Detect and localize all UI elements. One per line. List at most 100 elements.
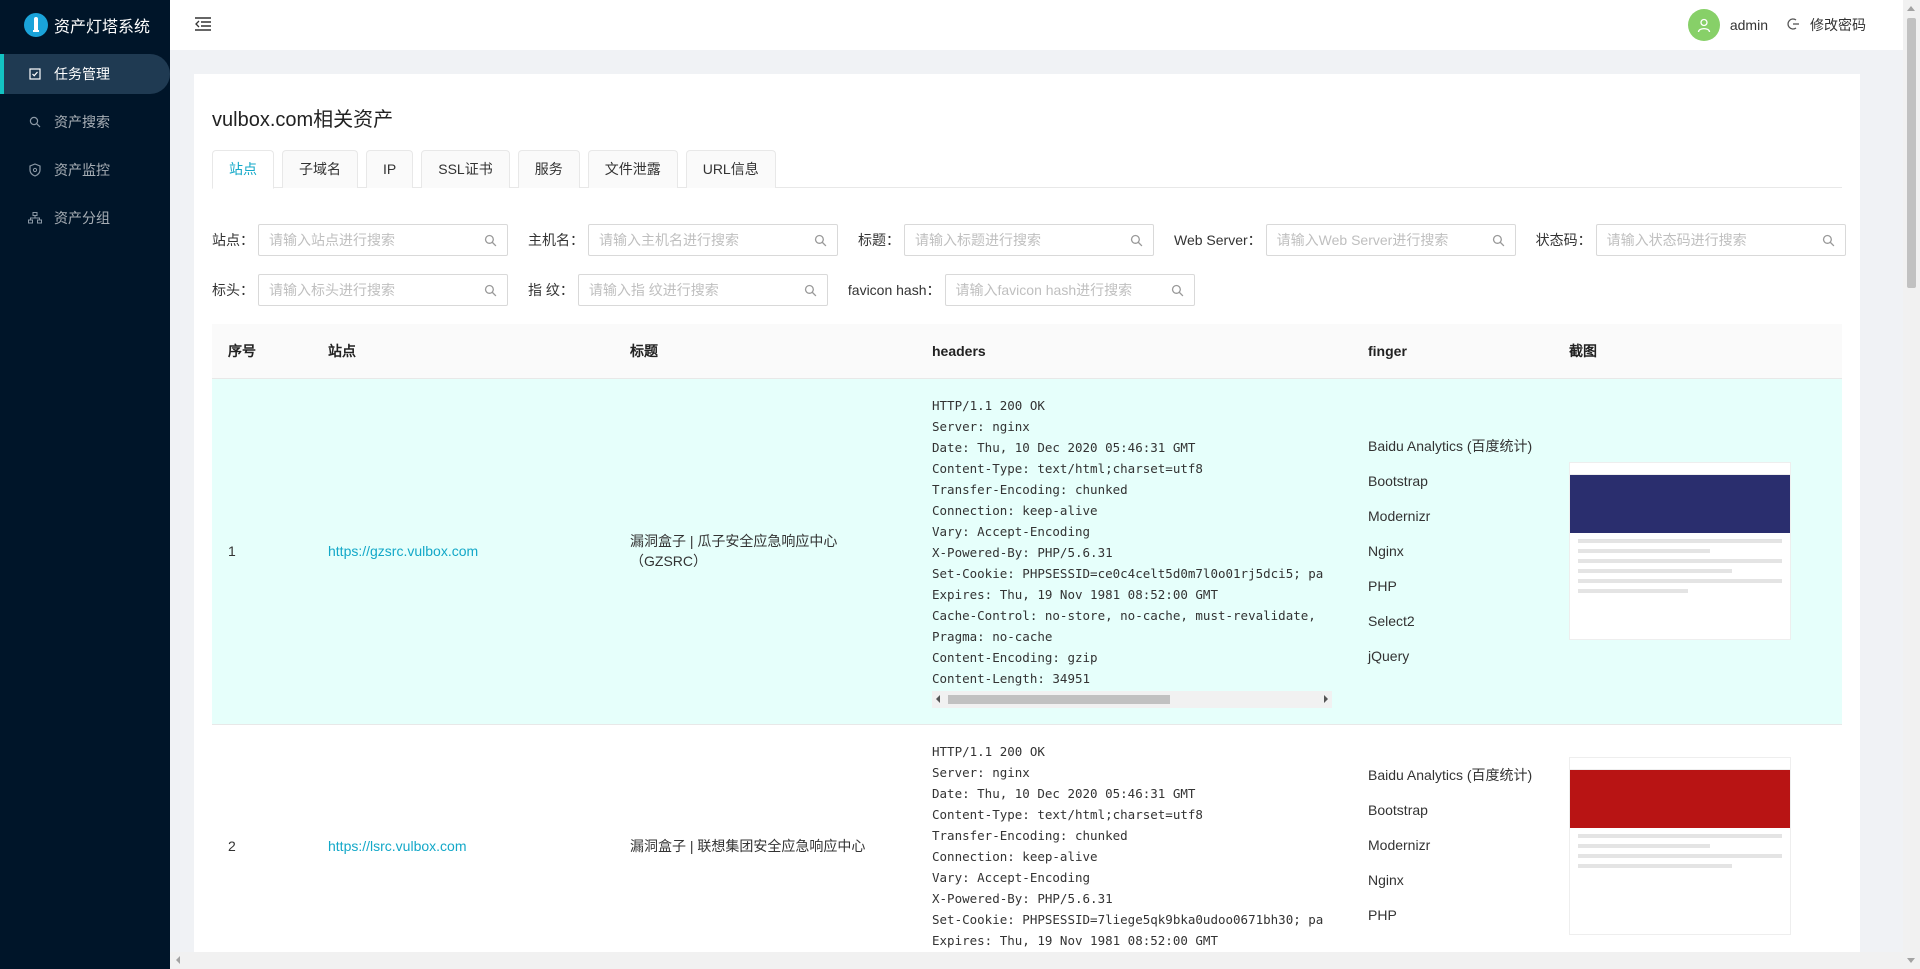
- input-placeholder: 请输入标题进行搜索: [915, 232, 1041, 248]
- sidebar-item-asset-group[interactable]: 资产分组: [0, 198, 170, 238]
- filter-label: Web Server：: [1174, 232, 1262, 248]
- column-header-finger: finger: [1352, 324, 1553, 379]
- scroll-right-icon[interactable]: [1324, 694, 1328, 703]
- site-screenshot[interactable]: [1569, 756, 1791, 935]
- table-row[interactable]: 2 https://lsrc.vulbox.com 漏洞盒子 | 联想集团安全应…: [212, 724, 1842, 968]
- scrollbar-thumb[interactable]: [948, 694, 1170, 704]
- search-icon[interactable]: [814, 234, 827, 247]
- input-placeholder: 请输入指 纹进行搜索: [588, 282, 719, 298]
- input-placeholder: 请输入状态码进行搜索: [1606, 232, 1747, 248]
- search-icon[interactable]: [804, 284, 817, 297]
- scroll-left-icon[interactable]: [176, 956, 180, 964]
- finger-item: PHP: [1368, 907, 1397, 923]
- web-server-search-input[interactable]: 请输入Web Server进行搜索: [1265, 224, 1516, 256]
- filter-label: 标头：: [212, 282, 254, 298]
- filter-title: 标题： 请输入标题进行搜索: [858, 224, 1154, 256]
- filter-header: 标头： 请输入标头进行搜索: [212, 274, 508, 306]
- search-icon[interactable]: [1492, 234, 1505, 247]
- scrollbar-thumb[interactable]: [1907, 18, 1916, 288]
- finger-item: Bootstrap: [1368, 472, 1428, 489]
- headers-scroll-box[interactable]: HTTP/1.1 200 OK Server: nginx Date: Thu,…: [932, 395, 1332, 689]
- header-search-input[interactable]: 请输入标头进行搜索: [258, 274, 508, 306]
- sidebar-item-label: 资产分组: [54, 210, 110, 226]
- scroll-up-icon[interactable]: [1907, 6, 1915, 11]
- headers-horizontal-scrollbar[interactable]: [932, 690, 1332, 708]
- row-title: 漏洞盒子 | 瓜子安全应急响应中心（GZSRC）: [614, 378, 916, 725]
- search-icon[interactable]: [1171, 284, 1184, 297]
- row-index: 1: [212, 378, 312, 725]
- input-placeholder: 请输入标头进行搜索: [269, 282, 395, 298]
- search-icon[interactable]: [1822, 234, 1835, 247]
- page-horizontal-scrollbar[interactable]: [170, 952, 1903, 969]
- change-password-link[interactable]: 修改密码: [1810, 15, 1866, 35]
- filter-favicon-hash: favicon hash： 请输入favicon hash进行搜索: [848, 274, 1195, 306]
- main-content-card: vulbox.com相关资产 站点 子域名 IP SSL证书 服务 文件泄露 U…: [194, 74, 1860, 969]
- http-headers: HTTP/1.1 200 OK Server: nginx Date: Thu,…: [932, 743, 1324, 948]
- screenshot-line: [1578, 579, 1782, 583]
- filter-status-code: 状态码： 请输入状态码进行搜索: [1536, 224, 1846, 256]
- fingerprint-search-input[interactable]: 请输入指 纹进行搜索: [577, 274, 828, 306]
- finger-item: Nginx: [1368, 872, 1404, 888]
- app-logo[interactable]: 资产灯塔系统: [0, 0, 170, 50]
- input-placeholder: 请输入主机名进行搜索: [599, 232, 739, 248]
- logout-icon[interactable]: [1786, 17, 1800, 34]
- filter-label: 状态码：: [1535, 232, 1592, 248]
- page-title: vulbox.com相关资产: [212, 109, 394, 131]
- search-icon[interactable]: [484, 234, 497, 247]
- finger-list: Baidu Analytics (百度统计) Bootstrap Moderni…: [1352, 378, 1553, 725]
- finger-item: Bootstrap: [1368, 802, 1428, 818]
- headers-scroll-box[interactable]: HTTP/1.1 200 OK Server: nginx Date: Thu,…: [932, 741, 1332, 951]
- finger-item: Select2: [1368, 612, 1415, 629]
- sidebar-item-task-management[interactable]: 任务管理: [0, 54, 170, 94]
- column-header-site: 站点: [312, 324, 614, 379]
- hostname-search-input[interactable]: 请输入主机名进行搜索: [588, 224, 838, 256]
- filter-row: 站点： 请输入站点进行搜索 主机名： 请输入主机名进行搜索 标题： 请输入标题进…: [212, 224, 1846, 256]
- site-link[interactable]: https://gzsrc.vulbox.com: [328, 543, 478, 559]
- page-vertical-scrollbar[interactable]: [1903, 0, 1920, 969]
- tab-subdomain[interactable]: 子域名: [282, 150, 358, 188]
- search-icon[interactable]: [1130, 234, 1143, 247]
- search-icon[interactable]: [484, 284, 497, 297]
- site-link[interactable]: https://lsrc.vulbox.com: [328, 838, 467, 854]
- column-header-index: 序号: [212, 324, 312, 379]
- search-filters: 站点： 请输入站点进行搜索 主机名： 请输入主机名进行搜索 标题： 请输入标题进…: [212, 224, 1846, 306]
- tab-file-leak[interactable]: 文件泄露: [587, 150, 678, 188]
- tab-url-info[interactable]: URL信息: [685, 150, 776, 188]
- finger-item: PHP: [1368, 577, 1397, 594]
- site-search-input[interactable]: 请输入站点进行搜索: [258, 224, 508, 256]
- filter-row: 标头： 请输入标头进行搜索 指 纹： 请输入指 纹进行搜索 favicon ha…: [212, 274, 1842, 306]
- scroll-down-icon[interactable]: [1907, 958, 1915, 963]
- tab-ip[interactable]: IP: [366, 150, 414, 188]
- input-placeholder: 请输入站点进行搜索: [269, 232, 395, 248]
- column-header-headers: headers: [916, 324, 1352, 379]
- filter-fingerprint: 指 纹： 请输入指 纹进行搜索: [528, 274, 828, 306]
- screenshot-navbar: [1570, 757, 1790, 770]
- favicon-hash-search-input[interactable]: 请输入favicon hash进行搜索: [944, 274, 1195, 306]
- screenshot-line: [1578, 559, 1782, 563]
- row-index: 2: [212, 724, 312, 968]
- tab-service[interactable]: 服务: [517, 150, 580, 188]
- column-header-screenshot: 截图: [1553, 324, 1842, 379]
- finger-list: Baidu Analytics (百度统计) Bootstrap Moderni…: [1352, 724, 1553, 968]
- tab-ssl-cert[interactable]: SSL证书: [421, 150, 510, 188]
- scroll-left-icon[interactable]: [936, 694, 940, 703]
- title-search-input[interactable]: 请输入标题进行搜索: [904, 224, 1154, 256]
- table-row[interactable]: 1 https://gzsrc.vulbox.com 漏洞盒子 | 瓜子安全应急…: [212, 378, 1842, 725]
- screenshot-banner: [1570, 769, 1790, 828]
- sidebar-item-asset-monitor[interactable]: 资产监控: [0, 150, 170, 190]
- filter-hostname: 主机名： 请输入主机名进行搜索: [528, 224, 838, 256]
- site-screenshot[interactable]: [1569, 462, 1791, 640]
- user-avatar[interactable]: [1687, 9, 1720, 41]
- sidebar-item-label: 资产搜索: [54, 114, 110, 130]
- site-asset-table: 序号 站点 标题 headers finger 截图 1 https://gzs…: [212, 324, 1842, 968]
- tab-site[interactable]: 站点: [212, 150, 274, 189]
- sidebar-item-asset-search[interactable]: 资产搜索: [0, 102, 170, 142]
- screenshot-line: [1578, 833, 1782, 838]
- input-placeholder: 请输入favicon hash进行搜索: [955, 282, 1133, 298]
- menu-fold-icon[interactable]: [194, 16, 212, 35]
- top-header: admin 修改密码: [170, 0, 1910, 50]
- filter-label: 主机名：: [528, 232, 584, 248]
- username[interactable]: admin: [1730, 17, 1768, 33]
- filter-label: 指 纹：: [528, 282, 574, 298]
- status-code-search-input[interactable]: 请输入状态码进行搜索: [1595, 224, 1846, 256]
